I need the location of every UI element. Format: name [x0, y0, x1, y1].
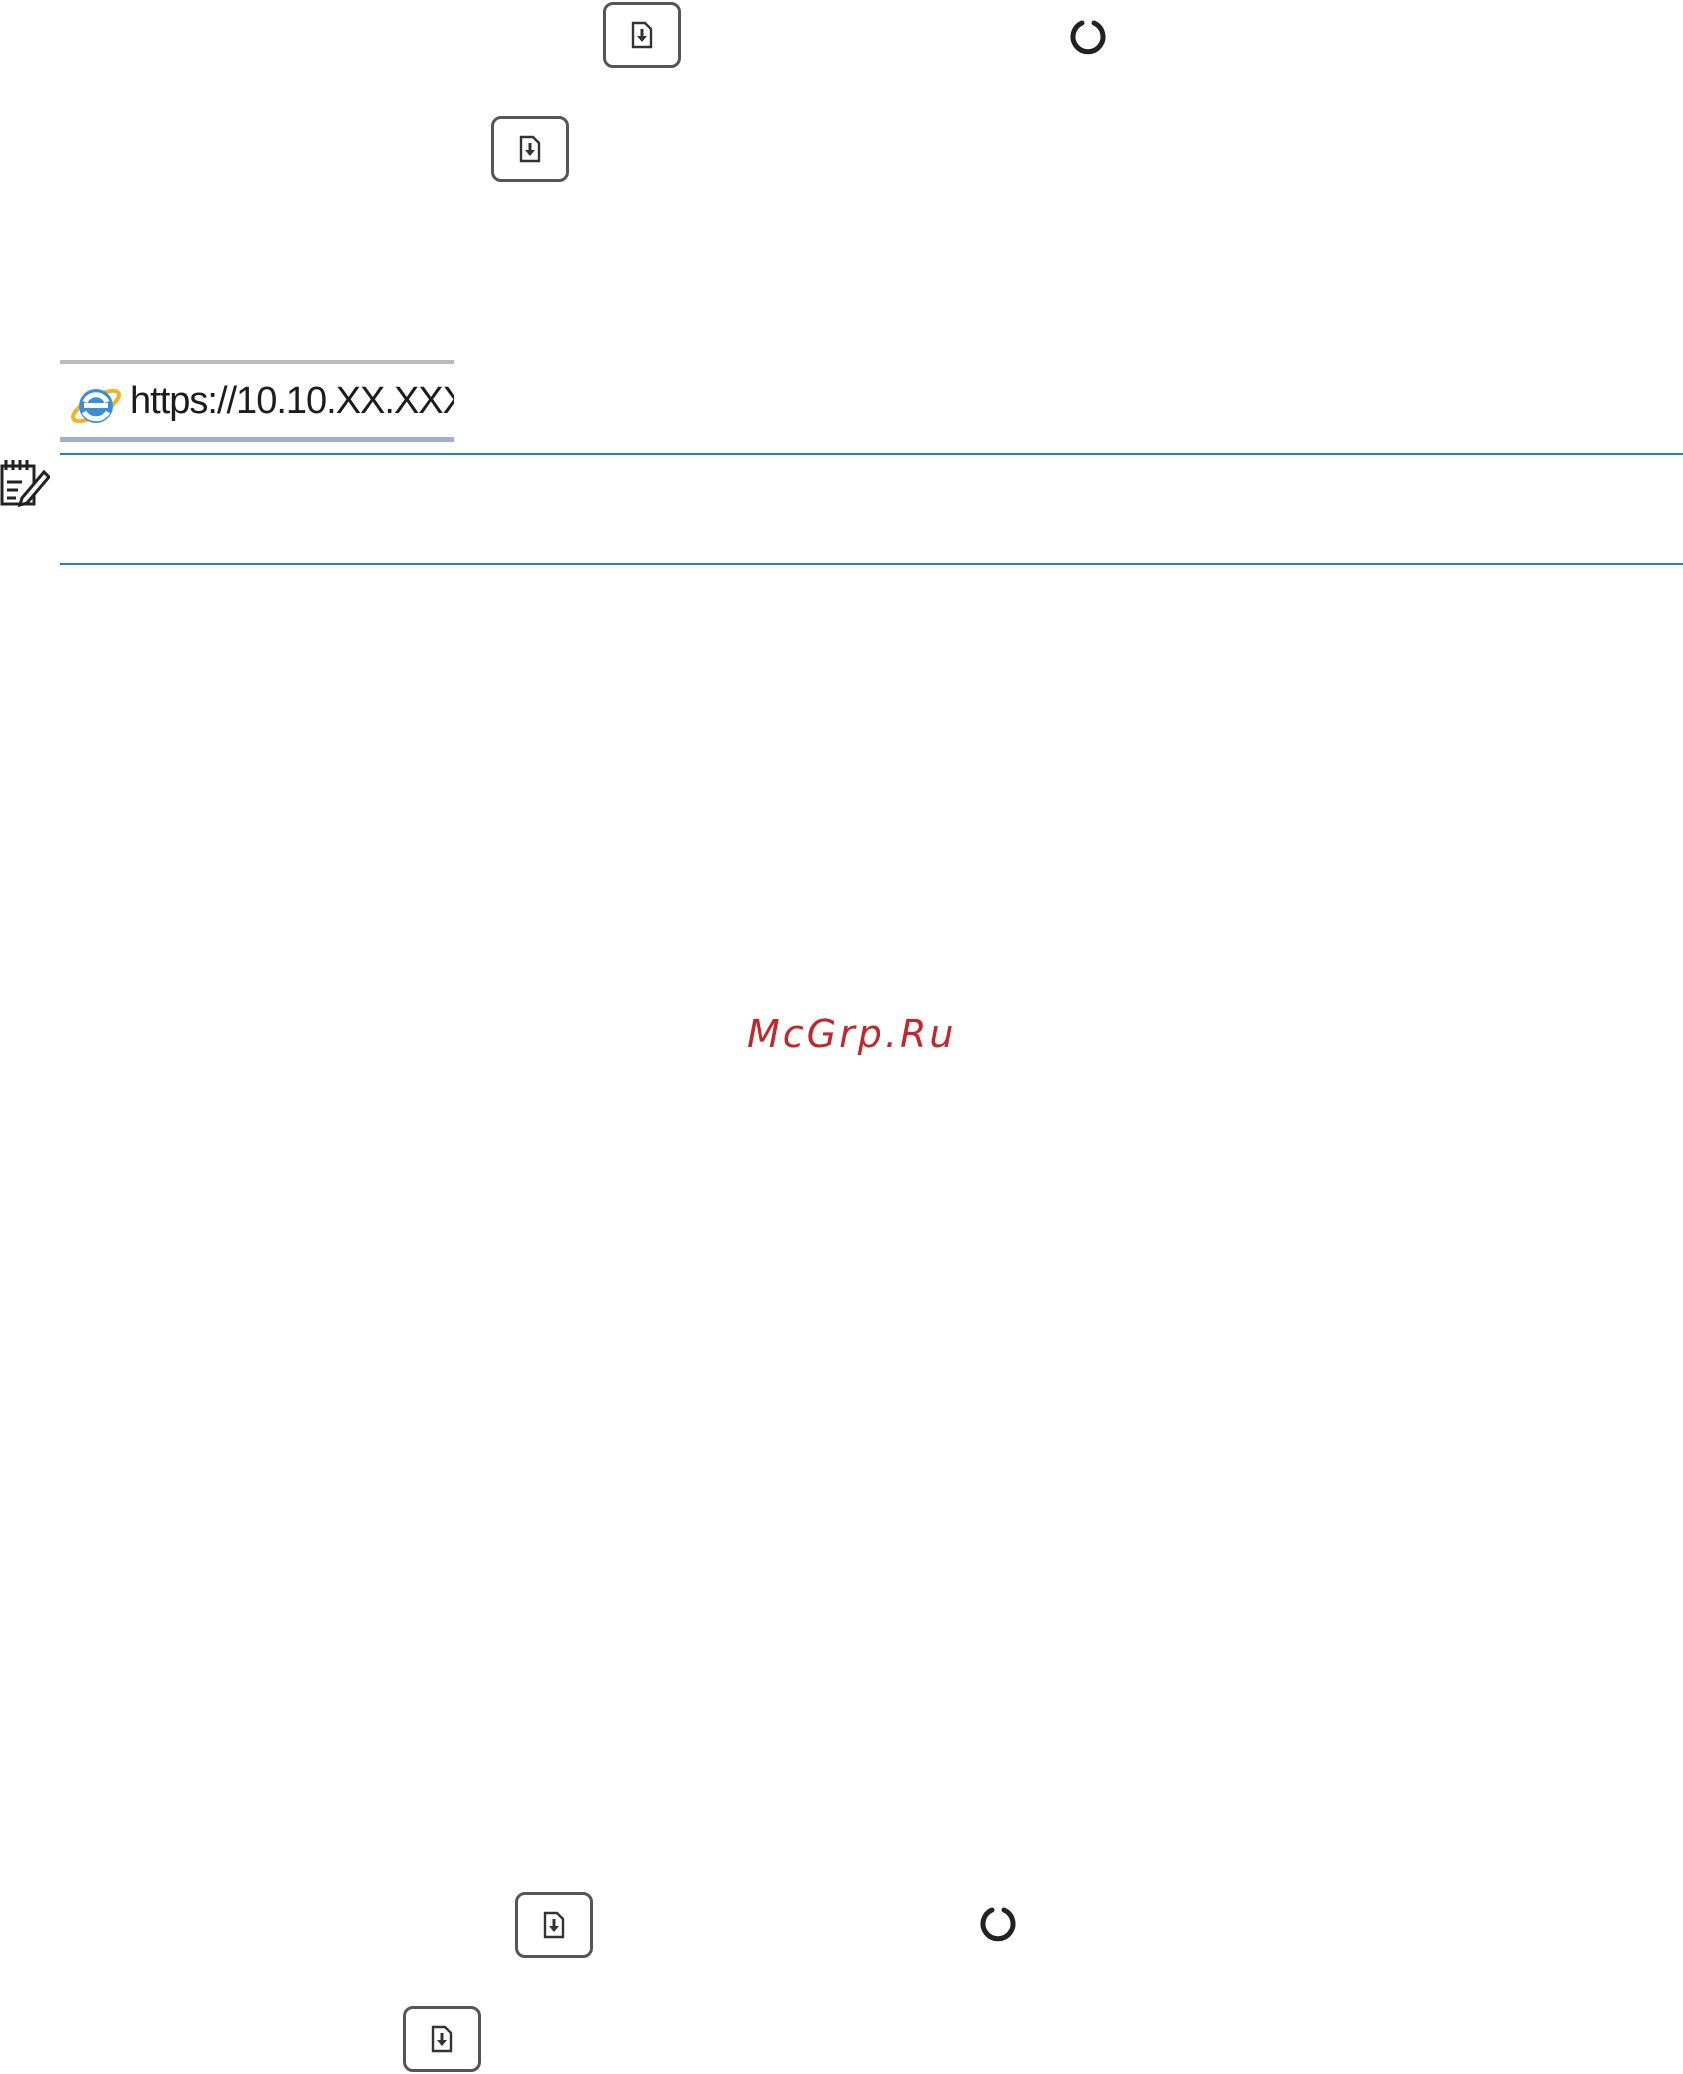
- note-bottom-rule: [60, 563, 1683, 565]
- url-text: https://10.10.XX.XXX/: [130, 380, 454, 422]
- download-arrow-icon: [431, 2025, 453, 2053]
- download-button-bottom-1[interactable]: [515, 1892, 593, 1958]
- download-arrow-icon: [543, 1911, 565, 1939]
- download-arrow-icon: [519, 135, 541, 163]
- download-button-top-1[interactable]: [603, 2, 681, 68]
- watermark-text: McGrp.Ru: [747, 1012, 957, 1056]
- note-pencil-icon: [0, 460, 50, 508]
- download-button-bottom-2[interactable]: [403, 2006, 481, 2072]
- internet-explorer-icon: [71, 388, 121, 424]
- loading-spinner-icon: [1070, 20, 1106, 55]
- note-top-rule: [60, 453, 1683, 455]
- download-button-top-2[interactable]: [491, 116, 569, 182]
- browser-address-bar[interactable]: https://10.10.XX.XXX/: [60, 360, 454, 442]
- download-arrow-icon: [631, 21, 653, 49]
- loading-spinner-icon: [980, 1907, 1016, 1942]
